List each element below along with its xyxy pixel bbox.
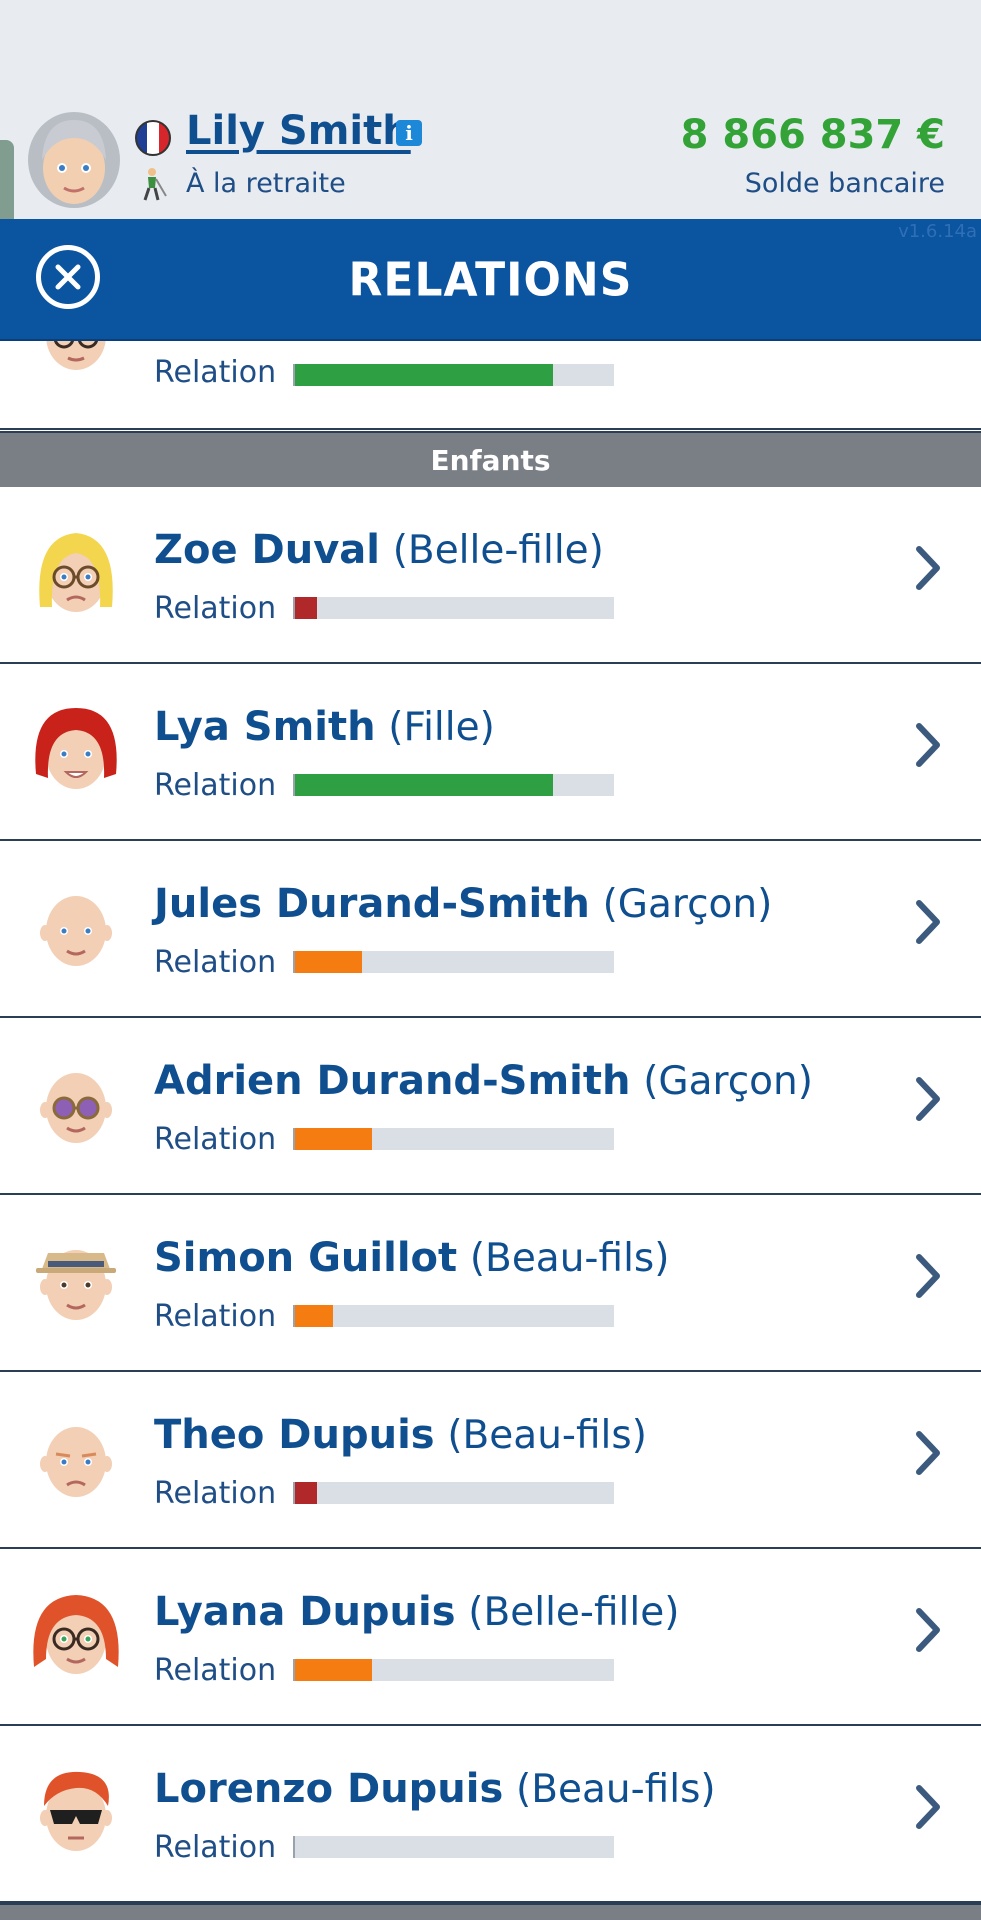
relation-bar-fill [295,1305,334,1327]
avatar [40,1073,112,1143]
avatar [33,1595,119,1674]
avatar [39,533,113,612]
relation-bar [293,597,614,619]
golfer-icon [143,168,167,201]
relation-row[interactable]: Lya Smith (Fille) Relation [0,664,981,841]
relationship-type: (Beau-fils) [447,1413,647,1458]
relation-bar [293,1836,614,1858]
relation-label: Relation [154,1653,277,1688]
relation-bar [293,1659,614,1681]
relation-name: Lyana Dupuis (Belle-fille) [154,1589,679,1635]
relation-bar-fill [295,1128,372,1150]
relation-bar [293,364,614,386]
relation-label: Relation [154,1476,277,1511]
relation-bar-fill [295,951,362,973]
relation-name: Theo Dupuis (Beau-fils) [154,1412,647,1458]
relation-bar [293,951,614,973]
relation-label: Relation [154,1830,277,1865]
person-name: Lya Smith [154,704,376,750]
chevron-right-icon[interactable] [913,1782,943,1832]
relation-row[interactable]: Zoe Duval (Belle-fille) Relation [0,487,981,664]
relation-name: Zoe Duval (Belle-fille) [154,527,604,573]
relation-label: Relation [154,768,277,803]
player-name-link[interactable]: Lily Smith [186,108,411,154]
relation-label: Relation [154,591,277,626]
relation-bar [293,1482,614,1504]
relation-bar [293,774,614,796]
relationship-type: (Garçon) [602,882,773,927]
info-icon[interactable]: i [396,120,422,146]
person-name: Adrien Durand-Smith [154,1058,631,1104]
person-name: Lyana Dupuis [154,1589,456,1635]
person-name: Zoe Duval [154,527,380,573]
relation-row[interactable]: Theo Dupuis (Beau-fils) Relation [0,1372,981,1549]
section-header-next [0,1903,981,1920]
chevron-right-icon[interactable] [913,1251,943,1301]
relationship-type: (Belle-fille) [468,1590,680,1635]
relationship-type: (Garçon) [643,1059,813,1104]
avatar [36,1250,116,1320]
version-label: v1.6.14a [898,221,977,242]
relationship-type: (Belle-fille) [392,528,604,573]
relation-row[interactable]: Adrien Durand-Smith (Garçon) Relation [0,1018,981,1195]
relation-label: Relation [154,1122,277,1157]
relationship-type: (Beau-fils) [469,1236,670,1281]
bank-balance-label: Solde bancaire [744,168,945,199]
relation-label: Relation [154,945,277,980]
person-name: Jules Durand-Smith [154,881,590,927]
avatar [35,708,117,789]
person-name: Lorenzo Dupuis [154,1766,504,1812]
player-avatar[interactable] [24,110,124,210]
person-name: Theo Dupuis [154,1412,435,1458]
relations-list[interactable]: Relation Enfants Zoe Duval (Belle-fille)… [0,341,981,1920]
relation-row[interactable]: Jules Durand-Smith (Garçon) Relation [0,841,981,1018]
chevron-right-icon[interactable] [913,1428,943,1478]
person-name: Simon Guillot [154,1235,458,1281]
relation-name: Lya Smith (Fille) [154,704,495,750]
relationship-type: (Beau-fils) [516,1767,716,1812]
relation-row[interactable]: Simon Guillot (Beau-fils) Relation [0,1195,981,1372]
relation-label: Relation [154,355,277,390]
relation-row-partial[interactable]: Relation [0,341,981,430]
player-status: À la retraite [186,168,346,199]
relation-name: Lorenzo Dupuis (Beau-fils) [154,1766,716,1812]
relation-bar [293,1128,614,1150]
avatar [40,896,112,966]
relation-bar-fill [295,1659,372,1681]
player-header: Lily Smith i À la retraite 8 866 837 € S… [0,0,981,315]
avatar [40,1427,112,1497]
relation-row[interactable]: Lyana Dupuis (Belle-fille) Relation [0,1549,981,1726]
relation-name: Simon Guillot (Beau-fils) [154,1235,669,1281]
section-header-children: Enfants [0,431,981,487]
bank-balance: 8 866 837 € [680,112,945,158]
avatar [46,341,106,370]
relation-bar-fill [295,774,554,796]
relation-bar-fill [295,1482,318,1504]
chevron-right-icon[interactable] [913,1074,943,1124]
relation-name: Jules Durand-Smith (Garçon) [154,881,772,927]
title-bar: RELATIONS v1.6.14a [0,219,981,341]
page-title: RELATIONS [348,253,633,308]
relation-row[interactable]: Lorenzo Dupuis (Beau-fils) Relation [0,1726,981,1903]
relation-bar-fill [295,364,554,386]
chevron-right-icon[interactable] [913,897,943,947]
chevron-right-icon[interactable] [913,1605,943,1655]
chevron-right-icon[interactable] [913,543,943,593]
avatar [40,1771,112,1851]
chevron-right-icon[interactable] [913,720,943,770]
relation-bar [293,1305,614,1327]
relationship-type: (Fille) [388,705,495,750]
relation-name: Adrien Durand-Smith (Garçon) [154,1058,813,1104]
france-flag-icon [135,120,171,156]
relation-bar-fill [295,597,318,619]
relation-label: Relation [154,1299,277,1334]
